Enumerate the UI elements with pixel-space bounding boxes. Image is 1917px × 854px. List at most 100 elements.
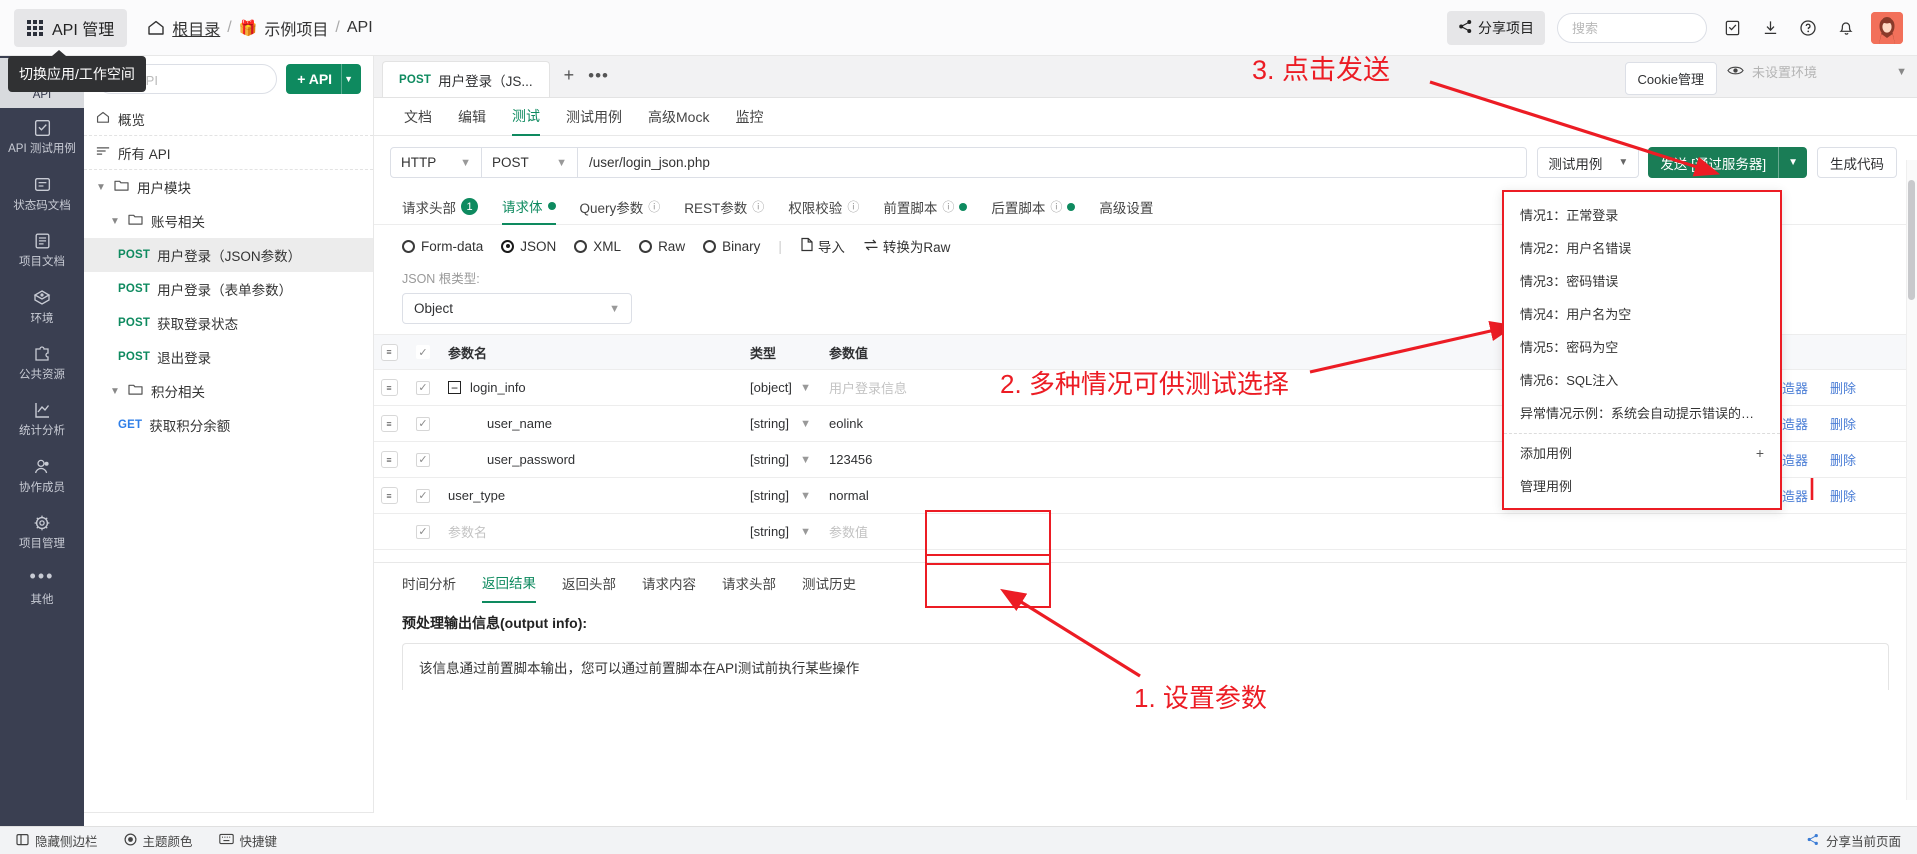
tab-edit[interactable]: 编辑 bbox=[458, 98, 486, 136]
send-button[interactable]: 发送 [通过服务器] ▼ bbox=[1648, 147, 1807, 178]
rail-item-project-doc[interactable]: 项目文档 bbox=[0, 221, 84, 277]
clipboard-check-icon[interactable] bbox=[1719, 15, 1745, 41]
import-button[interactable]: 导入 bbox=[800, 236, 845, 256]
tab-auth[interactable]: 权限校验 ⓘ bbox=[788, 189, 859, 225]
bell-icon[interactable] bbox=[1833, 15, 1859, 41]
param-name-cell[interactable]: − login_info bbox=[442, 380, 750, 395]
tab-more-button[interactable]: ••• bbox=[588, 66, 609, 88]
convert-to-raw-button[interactable]: 转换为Raw bbox=[863, 236, 950, 256]
tree-folder-points[interactable]: ▼ 积分相关 bbox=[84, 374, 373, 408]
search-input[interactable]: 搜索 bbox=[1557, 12, 1707, 43]
tab-response-headers[interactable]: 返回头部 bbox=[562, 563, 616, 603]
generate-code-button[interactable]: 生成代码 bbox=[1817, 147, 1897, 178]
chevron-down-icon[interactable]: ▼ bbox=[1778, 147, 1807, 178]
plus-icon[interactable]: + bbox=[1756, 445, 1764, 461]
rail-item-status-doc[interactable]: 状态码文档 bbox=[0, 165, 84, 221]
document-tab-active[interactable]: POST 用户登录（JS... bbox=[382, 61, 550, 97]
json-root-type-select[interactable]: Object ▼ bbox=[402, 293, 632, 324]
row-checkbox[interactable]: ✓ bbox=[404, 380, 442, 395]
tab-advanced-settings[interactable]: 高级设置 bbox=[1099, 189, 1153, 225]
environment-select[interactable]: 未设置环境 ▼ bbox=[1727, 62, 1907, 81]
tab-advanced-mock[interactable]: 高级Mock bbox=[648, 98, 709, 136]
protocol-select[interactable]: HTTP ▼ bbox=[390, 147, 482, 178]
radio-binary[interactable]: Binary bbox=[703, 239, 760, 254]
chevron-down-icon[interactable]: ▼ bbox=[1896, 66, 1907, 78]
drag-handle[interactable]: ≡ bbox=[374, 451, 404, 468]
case-menu-manage-case[interactable]: 管理用例 bbox=[1504, 469, 1780, 502]
app-switcher-button[interactable]: API 管理 bbox=[14, 8, 128, 47]
method-select[interactable]: POST ▼ bbox=[482, 147, 578, 178]
rail-item-api-testcase[interactable]: API 测试用例 bbox=[0, 108, 84, 164]
vertical-scrollbar[interactable] bbox=[1908, 180, 1915, 300]
download-icon[interactable] bbox=[1757, 15, 1783, 41]
tree-api-item-3[interactable]: POST 退出登录 bbox=[84, 340, 373, 374]
tab-request-headers[interactable]: 请求头部 1 bbox=[402, 189, 478, 225]
case-menu-add-case[interactable]: 添加用例 + bbox=[1504, 433, 1780, 469]
tab-test[interactable]: 测试 bbox=[512, 98, 540, 136]
radio-json[interactable]: JSON bbox=[501, 239, 556, 254]
row-checkbox[interactable]: ✓ bbox=[404, 452, 442, 467]
drag-handle[interactable]: ≡ bbox=[374, 379, 404, 396]
breadcrumb-root[interactable]: 根目录 bbox=[172, 16, 220, 40]
tab-document[interactable]: 文档 bbox=[404, 98, 432, 136]
url-input[interactable]: /user/login_json.php bbox=[578, 147, 1528, 178]
param-value-cell[interactable]: 参数值 bbox=[825, 522, 1672, 541]
case-menu-item-3[interactable]: 情况4：用户名为空 bbox=[1504, 297, 1780, 330]
radio-raw[interactable]: Raw bbox=[639, 239, 685, 254]
param-type-select[interactable]: [string] ▼ bbox=[750, 416, 825, 431]
chevron-down-icon[interactable]: ▼ bbox=[96, 182, 106, 193]
tree-item-overview[interactable]: 概览 bbox=[84, 102, 373, 136]
share-page-button[interactable]: 分享当前页面 bbox=[1806, 831, 1901, 850]
select-all-checkbox[interactable]: ✓ bbox=[404, 345, 442, 359]
rail-item-statistics[interactable]: 统计分析 bbox=[0, 390, 84, 446]
rail-item-project-manage[interactable]: 项目管理 bbox=[0, 503, 84, 559]
rail-item-public-resource[interactable]: 公共资源 bbox=[0, 334, 84, 390]
chevron-down-icon[interactable]: ▼ bbox=[110, 216, 120, 227]
tab-request-body[interactable]: 请求体 bbox=[502, 189, 556, 225]
add-api-button[interactable]: + API ▼ bbox=[286, 64, 361, 94]
shortcuts-button[interactable]: 快捷键 bbox=[218, 831, 277, 850]
tree-folder-account[interactable]: ▼ 账号相关 bbox=[84, 204, 373, 238]
tab-monitor[interactable]: 监控 bbox=[735, 98, 763, 136]
case-menu-item-6[interactable]: 异常情况示例：系统会自动提示错误的原因，方... bbox=[1504, 396, 1780, 429]
param-name-cell[interactable]: user_password bbox=[442, 452, 750, 467]
chevron-down-icon[interactable]: ▼ bbox=[110, 386, 120, 397]
eye-icon[interactable] bbox=[1727, 64, 1744, 80]
tab-query-params[interactable]: Query参数 ⓘ bbox=[580, 189, 661, 225]
radio-form-data[interactable]: Form-data bbox=[402, 239, 483, 254]
chevron-down-icon[interactable]: ▼ bbox=[341, 64, 361, 94]
tree-api-item-1[interactable]: POST 用户登录（表单参数） bbox=[84, 272, 373, 306]
tab-test-history[interactable]: 测试历史 bbox=[802, 563, 856, 603]
drag-handle[interactable]: ≡ bbox=[374, 415, 404, 432]
share-project-button[interactable]: 分享项目 bbox=[1447, 10, 1545, 45]
param-type-select[interactable]: [string] ▼ bbox=[750, 488, 825, 503]
tree-api-item-2[interactable]: POST 获取登录状态 bbox=[84, 306, 373, 340]
tab-request-content[interactable]: 请求内容 bbox=[642, 563, 696, 603]
tree-api-item-0[interactable]: POST 用户登录（JSON参数） bbox=[84, 238, 373, 272]
testcase-dropdown-button[interactable]: 测试用例 ▼ bbox=[1537, 147, 1640, 178]
case-menu-item-0[interactable]: 情况1：正常登录 bbox=[1504, 198, 1780, 231]
hide-sidebar-button[interactable]: 隐藏侧边栏 bbox=[16, 831, 98, 850]
case-menu-item-4[interactable]: 情况5：密码为空 bbox=[1504, 330, 1780, 363]
case-menu-item-1[interactable]: 情况2：用户名错误 bbox=[1504, 231, 1780, 264]
theme-color-button[interactable]: 主题颜色 bbox=[124, 831, 193, 850]
tab-request-headers-resp[interactable]: 请求头部 bbox=[722, 563, 776, 603]
tree-item-all-api[interactable]: 所有 API bbox=[84, 136, 373, 170]
row-checkbox[interactable]: ✓ bbox=[404, 488, 442, 503]
row-checkbox[interactable]: ✓ bbox=[404, 416, 442, 431]
rail-item-environment[interactable]: 环境 bbox=[0, 278, 84, 334]
cookie-manage-button[interactable]: Cookie管理 bbox=[1624, 62, 1717, 95]
tab-testcase[interactable]: 测试用例 bbox=[566, 98, 622, 136]
breadcrumb-project[interactable]: 示例项目 bbox=[264, 16, 328, 40]
param-name-cell[interactable]: user_type bbox=[442, 488, 750, 503]
param-type-select[interactable]: [string] ▼ bbox=[750, 452, 825, 467]
tab-response-result[interactable]: 返回结果 bbox=[482, 563, 536, 603]
delete-link[interactable]: 删除 bbox=[1830, 414, 1856, 433]
param-name-cell[interactable]: 参数名 bbox=[442, 522, 750, 541]
case-menu-item-5[interactable]: 情况6：SQL注入 bbox=[1504, 363, 1780, 396]
delete-link[interactable]: 删除 bbox=[1830, 378, 1856, 397]
tab-pre-script[interactable]: 前置脚本 ⓘ bbox=[883, 189, 968, 225]
case-menu-item-2[interactable]: 情况3：密码错误 bbox=[1504, 264, 1780, 297]
table-row-new[interactable]: ✓ 参数名 [string] ▼ 参数值 bbox=[374, 514, 1917, 550]
collapse-icon[interactable]: − bbox=[448, 381, 461, 394]
